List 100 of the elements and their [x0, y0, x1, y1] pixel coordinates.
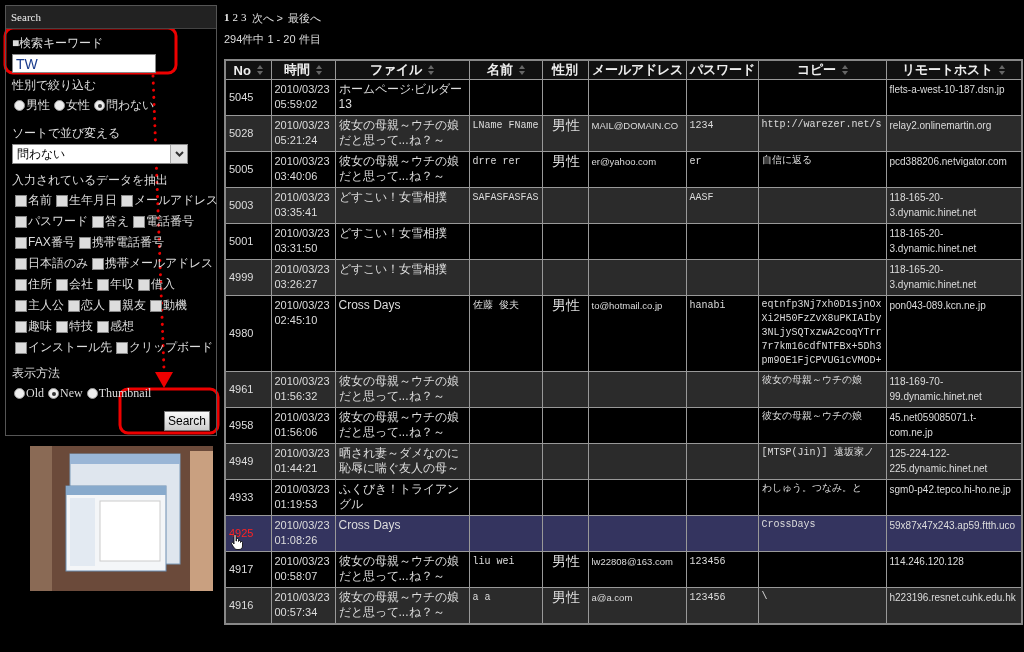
table-row[interactable]: 5005 2010/03/23 03:40:06 彼女の母親～ウチの娘だと思って...ね？～ drre rer 男性 er@yahoo.com er 自信に返る pcd388206.netvigator.com [225, 151, 1022, 188]
radio-button[interactable] [14, 388, 25, 399]
checkbox-label: 感想 [110, 318, 134, 335]
page-link[interactable]: 1 [224, 11, 230, 26]
table-cell [686, 223, 758, 260]
table-cell: 5003 [225, 187, 271, 224]
search-button[interactable]: Search [163, 411, 210, 431]
gender-label: 性別で絞り込む [12, 77, 96, 94]
last-page-link[interactable]: 最後へ [288, 11, 321, 26]
checkbox[interactable] [97, 278, 109, 291]
table-cell [542, 479, 588, 516]
table-row[interactable]: 5028 2010/03/23 05:21:24 彼女の母親～ウチの娘だと思って...ね？～ LName FName 男性 MAIL@DOMAIN.CO 1234 http://warezer.net/s relay2.onlinemartin.org [225, 115, 1022, 152]
checkbox[interactable] [56, 320, 68, 333]
checkbox-label: 日本語のみ [28, 255, 88, 272]
table-cell: liu wei [469, 551, 542, 588]
table-cell [542, 371, 588, 408]
table-cell: 2010/03/23 03:40:06 [271, 151, 335, 188]
table-row[interactable]: 5045 2010/03/23 05:59:02 ホームページ·ビルダー13 flets-a-west-10-187.dsn.jp [225, 79, 1022, 116]
table-cell: Cross Days [335, 515, 469, 552]
checkbox[interactable] [78, 236, 91, 249]
checkbox-label: 趣味 [28, 318, 52, 335]
table-row[interactable]: 4933 2010/03/23 01:19:53 ふくびき！トライアングル わしゅう。つなみ。と sgm0-p42.tepco.hi-ho.ne.jp [225, 479, 1022, 516]
table-cell: 5001 [225, 223, 271, 260]
radio-label: 問わない [106, 97, 154, 114]
checkbox-label: 主人公 [28, 297, 64, 314]
table-cell: 2010/03/23 01:56:06 [271, 407, 335, 444]
chevron-down-icon [174, 151, 184, 157]
radio-button[interactable] [48, 388, 59, 399]
table-cell: 2010/03/23 03:31:50 [271, 223, 335, 260]
table-cell: わしゅう。つなみ。と [758, 479, 886, 516]
checkbox[interactable] [116, 341, 128, 354]
checkbox[interactable] [92, 215, 104, 228]
checkbox-label: メールアドレス [134, 192, 218, 209]
display-label: 表示方法 [12, 365, 60, 382]
result-count: 294件中 1 - 20 件目 [224, 32, 322, 47]
sort-icon [999, 65, 1006, 75]
table-row[interactable]: 4961 2010/03/23 01:56:32 彼女の母親～ウチの娘だと思って...ね？～ 彼女の母親～ウチの娘 118-169-70-99.dynamic.hinet.net [225, 371, 1022, 408]
column-header[interactable]: コピー [758, 60, 886, 80]
checkbox[interactable] [15, 278, 27, 291]
checkbox[interactable] [15, 215, 27, 228]
table-row[interactable]: 5003 2010/03/23 03:35:41 どすこい！女雪相撲 SAFASFASFAS AASF 118-165-20-3.dynamic.hinet.net [225, 187, 1022, 224]
table-row[interactable]: 4958 2010/03/23 01:56:06 彼女の母親～ウチの娘だと思って...ね？～ 彼女の母親～ウチの娘 45.net059085071.t-com.ne.jp [225, 407, 1022, 444]
checkbox-label: 特技 [69, 318, 93, 335]
table-row[interactable]: 4917 2010/03/23 00:58:07 彼女の母親～ウチの娘だと思って...ね？～ liu wei 男性 lw22808@163.com 123456 114.246.120.128 [225, 551, 1022, 588]
checkbox[interactable] [109, 299, 121, 312]
column-header[interactable]: 時間 [271, 60, 335, 80]
table-row[interactable]: 4980 2010/03/23 02:45:10 Cross Days 佐藤 俊夫 男性 to@hotmail.co.jp hanabi eqtnfp3Nj7xh0D1sjnOx Xi2H50FzZvX8uPKIAIby 3NLjySQTxzwA2coqYTrr 7r7km16cdfNTFBx+5Dh3 pm9OE1FjCPVUG1cVMOD+ pon043-089.kcn.ne.jp [225, 295, 1022, 372]
page-link[interactable]: 3 [241, 11, 247, 26]
checkbox[interactable] [56, 194, 68, 207]
table-cell: lw22808@163.com [588, 551, 686, 588]
table-cell: 4958 [225, 407, 271, 444]
checkbox[interactable] [150, 299, 162, 312]
table-cell: CrossDays [758, 515, 886, 552]
table-cell: 男性 [542, 115, 588, 152]
checkbox[interactable] [15, 194, 27, 207]
table-cell: 2010/03/23 03:35:41 [271, 187, 335, 224]
extract-label: 入力されているデータを抽出 [12, 172, 168, 189]
table-cell: 4961 [225, 371, 271, 408]
checkbox-label: 電話番号 [146, 213, 194, 230]
table-cell: 彼女の母親～ウチの娘だと思って...ね？～ [335, 551, 469, 588]
column-header[interactable]: リモートホスト [886, 60, 1022, 80]
table-row[interactable]: 4949 2010/03/23 01:44:21 晒され妻～ダメなのに恥辱に喘ぐ友人の母～ [MTSP(Jin)] 遠坂家ノ 125-224-122-225.dynamic.hinet.net [225, 443, 1022, 480]
checkbox[interactable] [15, 320, 27, 333]
column-header[interactable]: No [225, 60, 271, 80]
checkbox[interactable] [121, 194, 133, 207]
table-cell: Cross Days [335, 295, 469, 372]
checkbox[interactable] [92, 257, 104, 270]
table-cell: ふくびき！トライアングル [335, 479, 469, 516]
sort-dropdown[interactable]: 問わない [12, 144, 188, 164]
checkbox-label: インストール先 [28, 339, 112, 356]
sort-icon [428, 65, 434, 75]
checkbox[interactable] [138, 278, 150, 291]
table-row[interactable]: 4925 2010/03/23 01:08:26 Cross Days CrossDays 59x87x47x243.ap59.ftth.uco [225, 515, 1022, 552]
radio-button[interactable] [86, 388, 98, 399]
checkbox[interactable] [133, 215, 145, 228]
radio-label: New [60, 385, 83, 402]
radio-button[interactable] [14, 100, 25, 111]
radio-button[interactable] [54, 100, 65, 111]
checkbox[interactable] [15, 236, 27, 249]
column-header[interactable]: 名前 [469, 60, 542, 80]
table-cell: 自信に返る [758, 151, 886, 188]
checkbox[interactable] [56, 278, 68, 291]
table-row[interactable]: 4916 2010/03/23 00:57:34 彼女の母親～ウチの娘だと思って...ね？～ a a 男性 a@a.com 123456 \ h223196.resnet.cuhk.edu.hk [225, 587, 1022, 624]
checkbox[interactable] [15, 257, 27, 270]
table-cell [686, 515, 758, 552]
table-row[interactable]: 5001 2010/03/23 03:31:50 どすこい！女雪相撲 118-165-20-3.dynamic.hinet.net [225, 223, 1022, 260]
radio-button[interactable] [94, 100, 105, 111]
checkbox[interactable] [97, 320, 109, 333]
column-header[interactable]: ファイル [335, 60, 469, 80]
checkbox[interactable] [15, 341, 27, 354]
checkbox[interactable] [15, 299, 27, 312]
keyword-input[interactable]: TW [12, 54, 156, 73]
page-link[interactable]: 2 [232, 11, 238, 26]
checkbox[interactable] [68, 299, 80, 312]
table-cell: 2010/03/23 05:21:24 [271, 115, 335, 152]
next-page-link[interactable]: 次へ > [251, 11, 283, 26]
panel-title: Search [6, 6, 216, 29]
table-cell: 4917 [225, 551, 271, 588]
table-cell: 4980 [225, 295, 271, 372]
radio-label: Old [26, 385, 44, 402]
